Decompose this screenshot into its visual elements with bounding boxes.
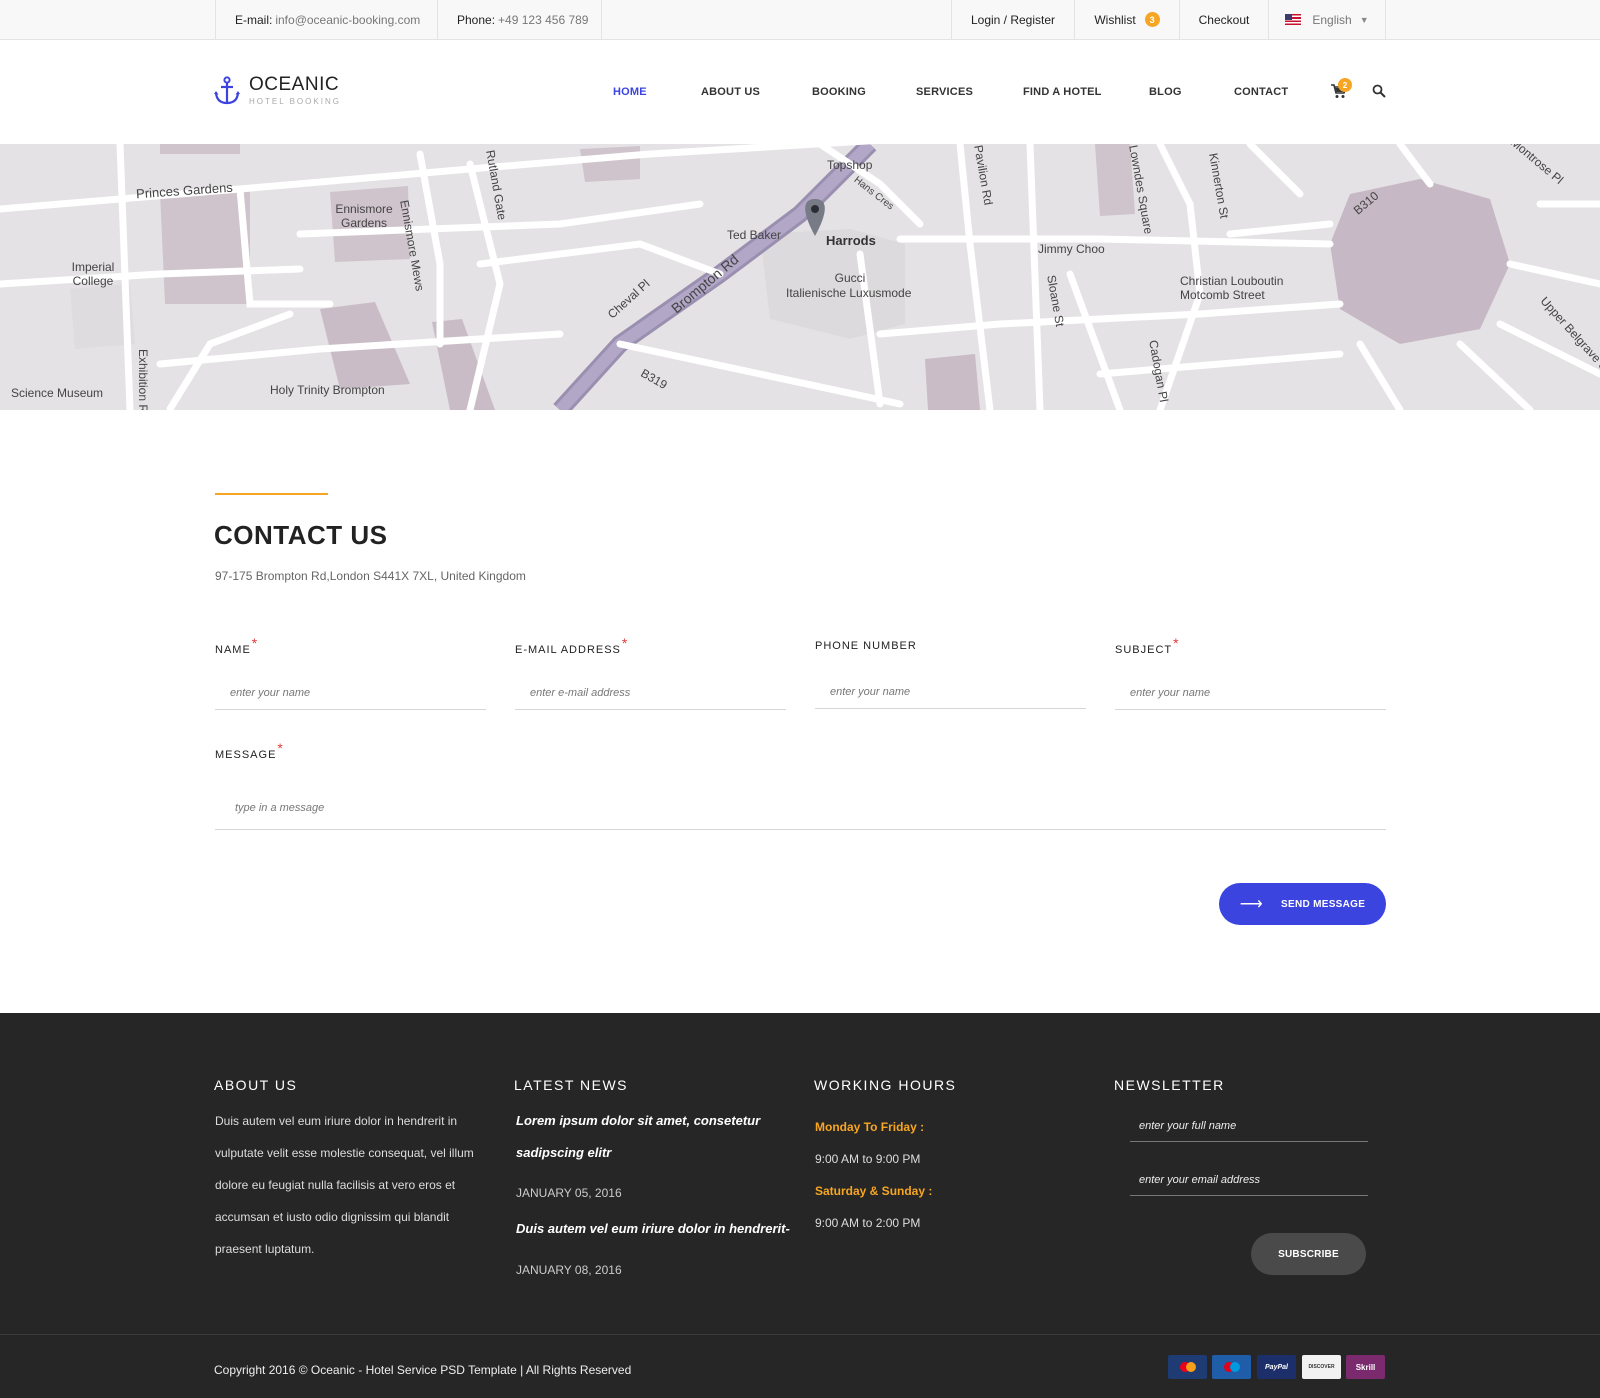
checkout-link[interactable]: Checkout xyxy=(1179,0,1268,39)
message-label-text: MESSAGE xyxy=(215,749,277,761)
site-header: OCEANIC HOTEL BOOKING HOME ABOUT US BOOK… xyxy=(0,40,1600,144)
subject-label: SUBJECT* xyxy=(1115,635,1180,656)
cart-count-badge: 2 xyxy=(1338,78,1352,92)
map-label-harrods: Harrods xyxy=(826,233,876,248)
page-title: CONTACT US xyxy=(214,520,388,550)
language-selector[interactable]: English ▼ xyxy=(1268,0,1386,39)
phone-label: Phone: xyxy=(457,12,496,27)
message-textarea[interactable] xyxy=(215,787,1386,830)
topbar-email[interactable]: E-mail: info@oceanic-booking.com xyxy=(215,0,437,39)
discover-icon: DISCOVER xyxy=(1302,1355,1341,1379)
nav-services[interactable]: SERVICES xyxy=(916,40,973,144)
copyright-text: Copyright 2016 © Oceanic - Hotel Service… xyxy=(214,1363,632,1377)
footer-about-text: Duis autem vel eum iriure dolor in hendr… xyxy=(215,1114,474,1256)
phone-label-text: PHONE NUMBER xyxy=(815,640,917,652)
site-footer: ABOUT US Duis autem vel eum iriure dolor… xyxy=(0,1013,1600,1398)
map-label-imperial-college: Imperial College xyxy=(71,260,115,288)
nav-blog[interactable]: BLOG xyxy=(1149,40,1182,144)
footer-news-title: LATEST NEWS xyxy=(514,1077,629,1093)
subject-label-text: SUBJECT xyxy=(1115,644,1173,656)
topbar-phone[interactable]: Phone: +49 123 456 789 xyxy=(437,0,602,39)
weekend-hours-label: Saturday & Sunday : xyxy=(815,1184,933,1198)
nav-find-a-hotel[interactable]: FIND A HOTEL xyxy=(1023,40,1102,144)
name-input[interactable] xyxy=(215,676,486,710)
map-label-christian-louboutin: Christian Louboutin xyxy=(1180,274,1284,288)
map-label-motcomb-street: Motcomb Street xyxy=(1180,288,1265,302)
top-bar: E-mail: info@oceanic-booking.com Phone: … xyxy=(0,0,1600,40)
skrill-label: Skrill xyxy=(1355,1362,1376,1372)
footer-hours-title: WORKING HOURS xyxy=(814,1077,957,1093)
chevron-down-icon: ▼ xyxy=(1359,14,1369,25)
news-item-headline[interactable]: Lorem ipsum dolor sit amet, consetetur s… xyxy=(516,1105,786,1169)
email-input[interactable] xyxy=(515,676,786,710)
logo-name: OCEANIC xyxy=(249,74,340,95)
anchor-icon xyxy=(214,76,240,105)
name-label: NAME* xyxy=(215,635,258,656)
wishlist-label: Wishlist xyxy=(1094,12,1136,27)
site-logo[interactable]: OCEANIC HOTEL BOOKING xyxy=(214,74,341,106)
map-label-ted-baker: Ted Baker xyxy=(727,228,782,242)
nav-home[interactable]: HOME xyxy=(613,40,647,144)
paypal-icon: PayPal xyxy=(1257,1355,1296,1379)
map-label-jimmy-choo: Jimmy Choo xyxy=(1038,242,1105,256)
name-label-text: NAME xyxy=(215,644,251,656)
phone-input[interactable] xyxy=(815,675,1086,709)
location-map[interactable]: Princes Gardens Ennismore Gardens Imperi… xyxy=(0,144,1600,410)
weekend-hours-value: 9:00 AM to 2:00 PM xyxy=(815,1216,921,1230)
map-label-exhibition-rd: Exhibition Rd xyxy=(136,349,150,410)
required-mark: * xyxy=(1173,635,1180,651)
maestro-icon xyxy=(1212,1355,1251,1379)
paypal-label: PayPal xyxy=(1265,1363,1288,1371)
contact-address: 97-175 Brompton Rd,London S441X 7XL, Uni… xyxy=(215,569,526,583)
send-message-label: SEND MESSAGE xyxy=(1281,898,1366,910)
us-flag-icon xyxy=(1285,14,1302,25)
map-label-topshop: Topshop xyxy=(827,158,873,172)
wishlist-count-badge: 3 xyxy=(1144,12,1160,27)
nav-booking[interactable]: BOOKING xyxy=(812,40,866,144)
map-label-gucci-subtitle: Italienische Luxusmode xyxy=(786,286,912,300)
map-label-gucci: Gucci xyxy=(834,271,866,285)
subject-input[interactable] xyxy=(1115,676,1386,710)
required-mark: * xyxy=(621,635,629,651)
footer-about-title: ABOUT US xyxy=(214,1077,298,1093)
discover-label: DISCOVER xyxy=(1308,1364,1335,1370)
email-label: E-mail: xyxy=(235,12,273,27)
skrill-icon: Skrill xyxy=(1346,1355,1385,1379)
footer-divider xyxy=(0,1334,1600,1335)
newsletter-name-input[interactable] xyxy=(1130,1110,1368,1142)
arrow-right-icon: ⟶ xyxy=(1239,896,1264,913)
news-item-headline[interactable]: Duis autem vel eum iriure dolor in hendr… xyxy=(516,1213,806,1245)
phone-label: PHONE NUMBER xyxy=(815,640,917,652)
wishlist-link[interactable]: Wishlist 3 xyxy=(1074,0,1179,39)
news-item-date: JANUARY 05, 2016 xyxy=(516,1186,622,1200)
login-register-link[interactable]: Login / Register xyxy=(951,0,1074,39)
language-label: English xyxy=(1312,12,1352,27)
map-streets xyxy=(0,144,1600,410)
section-accent-line xyxy=(215,493,328,495)
message-label: MESSAGE* xyxy=(215,740,284,761)
footer-newsletter-title: NEWSLETTER xyxy=(1114,1077,1225,1093)
map-label-ennismore-gardens: Ennismore Gardens xyxy=(335,202,393,230)
logo-tagline: HOTEL BOOKING xyxy=(249,97,341,106)
phone-value[interactable]: +49 123 456 789 xyxy=(498,13,588,27)
subscribe-button[interactable]: SUBSCRIBE xyxy=(1251,1233,1366,1275)
newsletter-email-input[interactable] xyxy=(1130,1164,1368,1196)
send-message-button[interactable]: ⟶ SEND MESSAGE xyxy=(1219,883,1386,925)
email-value[interactable]: info@oceanic-booking.com xyxy=(275,13,420,27)
weekday-hours-label: Monday To Friday : xyxy=(815,1120,925,1134)
weekday-hours-value: 9:00 AM to 9:00 PM xyxy=(815,1152,921,1166)
required-mark: * xyxy=(277,740,284,756)
email-label-text: E-MAIL ADDRESS xyxy=(515,644,621,656)
email-label: E-MAIL ADDRESS* xyxy=(515,635,628,656)
map-label-holy-trinity-brompton: Holy Trinity Brompton xyxy=(270,383,385,397)
required-mark: * xyxy=(251,635,259,651)
mastercard-icon xyxy=(1168,1355,1207,1379)
nav-contact[interactable]: CONTACT xyxy=(1234,40,1288,144)
map-label-science-museum: Science Museum xyxy=(11,386,104,400)
nav-about-us[interactable]: ABOUT US xyxy=(701,40,760,144)
news-item-date: JANUARY 08, 2016 xyxy=(516,1263,622,1277)
search-icon[interactable] xyxy=(1372,84,1386,98)
